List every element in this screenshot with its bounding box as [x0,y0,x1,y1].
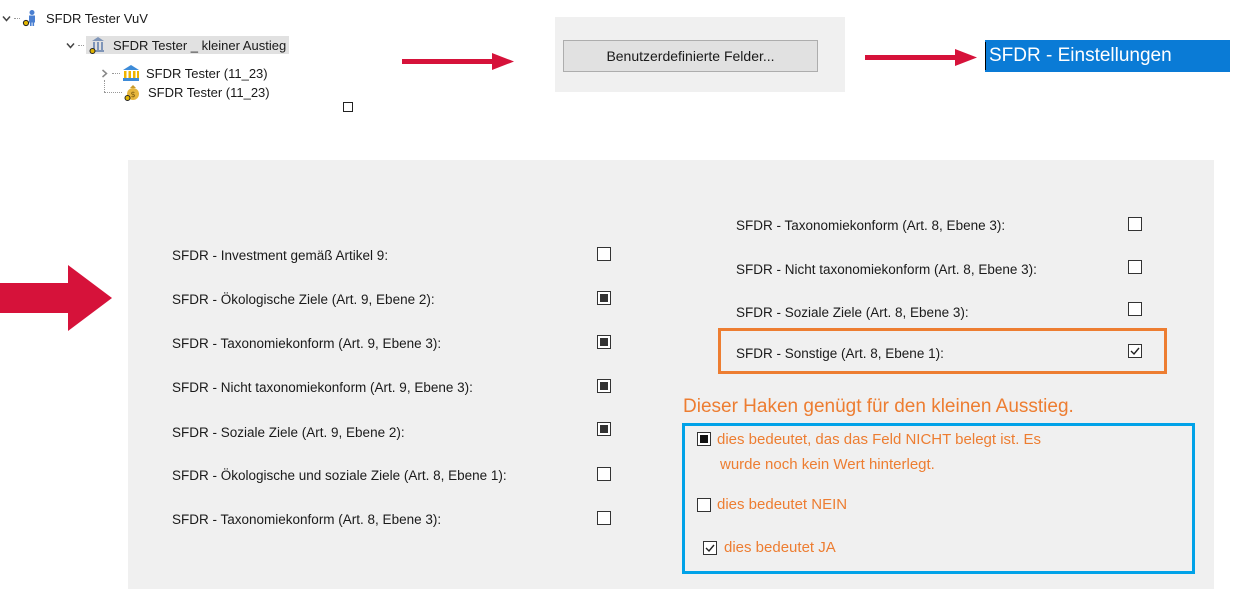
tree-node-child[interactable]: $ SFDR Tester (11_23) [124,82,270,102]
chevron-down-icon[interactable] [0,12,12,24]
small-square-marker [343,102,353,112]
checkbox-unchecked[interactable] [597,247,611,261]
field-label: SFDR - Nicht taxonomiekonform (Art. 8, E… [736,262,1037,277]
checkbox-indeterminate[interactable] [597,379,611,393]
checkbox-unchecked[interactable] [597,511,611,525]
tree-node-label[interactable]: SFDR Tester VuV [46,11,148,26]
tree-node-label[interactable]: SFDR Tester _ kleiner Austieg [113,38,286,53]
field-label: SFDR - Investment gemäß Artikel 9: [172,248,389,263]
checkbox-unchecked[interactable] [1128,302,1142,316]
custom-fields-button[interactable]: Benutzerdefinierte Felder... [563,40,818,72]
person-icon [22,9,40,27]
field-label: SFDR - Ökologische Ziele (Art. 9, Ebene … [172,292,435,307]
field-label: SFDR - Nicht taxonomiekonform (Art. 9, E… [172,380,473,395]
checkbox-indeterminate[interactable] [597,422,611,436]
field-label: SFDR - Taxonomiekonform (Art. 8, Ebene 3… [172,512,442,527]
annotation-headline: Dieser Haken genügt für den kleinen Auss… [683,396,1074,417]
button-panel: Benutzerdefinierte Felder... [555,17,845,92]
chevron-right-icon[interactable] [98,67,110,79]
field-label: SFDR - Taxonomiekonform (Art. 9, Ebene 3… [172,336,442,351]
field-label: SFDR - Taxonomiekonform (Art. 8, Ebene 3… [736,218,1006,233]
tree-node-selected[interactable]: SFDR Tester _ kleiner Austieg [64,35,290,55]
checkbox-unchecked[interactable] [1128,260,1142,274]
legend-text: dies bedeutet, das das Feld NICHT belegt… [717,431,1042,448]
tree-node-label[interactable]: SFDR Tester (11_23) [148,85,270,100]
chevron-down-icon[interactable] [64,39,76,51]
legend-text: dies bedeutet NEIN [717,496,848,513]
checkbox-unchecked[interactable] [1128,217,1142,231]
text-cursor [985,42,986,70]
field-label: SFDR - Ökologische und soziale Ziele (Ar… [172,468,507,483]
legend-checkbox-unchecked [697,498,711,512]
arrow-right-icon [0,265,112,331]
svg-text:$: $ [130,90,135,99]
tree-node-label[interactable]: SFDR Tester (11_23) [146,66,268,81]
menu-item-sfdr-settings[interactable]: SFDR - Einstellungen [985,40,1230,72]
arrow-right-icon [402,53,514,70]
menu-item-label: SFDR - Einstellungen [989,45,1172,66]
checkbox-indeterminate[interactable] [597,291,611,305]
tree-node-child[interactable]: SFDR Tester (11_23) [98,63,268,83]
arrow-right-icon [865,49,977,66]
bank-icon [122,64,140,82]
check-icon [705,544,715,553]
checkbox-unchecked[interactable] [597,467,611,481]
checkbox-indeterminate[interactable] [597,335,611,349]
money-bag-icon: $ [124,83,142,101]
legend-checkbox-indeterminate [697,432,711,446]
tree-node-root[interactable]: SFDR Tester VuV [0,8,148,28]
legend-text: wurde noch kein Wert hinterlegt. [720,456,935,473]
highlight-box-orange [718,328,1167,374]
field-label: SFDR - Soziale Ziele (Art. 8, Ebene 3): [736,305,969,320]
bank-building-icon [89,36,107,54]
legend-text: dies bedeutet JA [724,539,836,556]
legend-checkbox-checked [703,541,717,555]
field-label: SFDR - Soziale Ziele (Art. 9, Ebene 2): [172,425,405,440]
